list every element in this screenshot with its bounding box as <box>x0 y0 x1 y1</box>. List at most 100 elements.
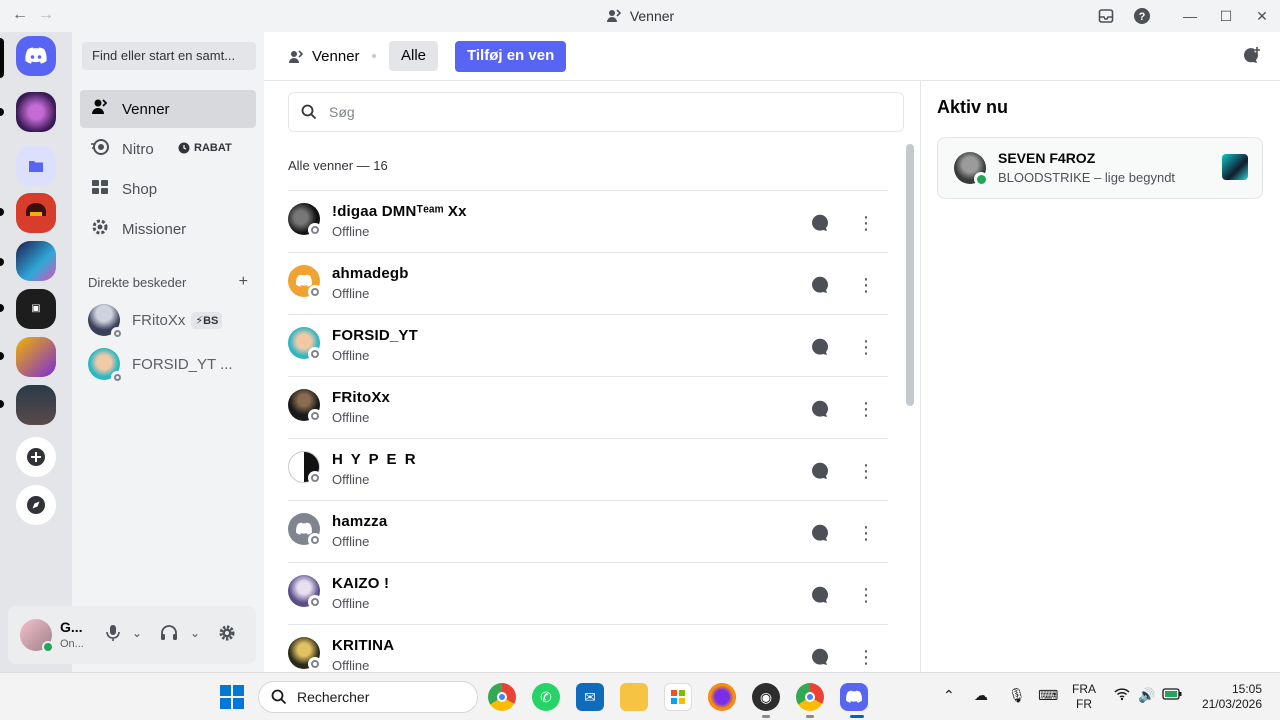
svg-text:?: ? <box>1139 11 1146 23</box>
friend-row[interactable]: FORSID_YT Offline ⋮ <box>288 314 888 376</box>
server-icon-4[interactable]: ▣ <box>16 289 56 329</box>
friend-row[interactable]: hamzza Offline ⋮ <box>288 500 888 562</box>
unread-pill <box>0 108 4 116</box>
offline-status-icon <box>111 371 123 383</box>
language-indicator[interactable]: FRA FR <box>1072 682 1096 712</box>
add-server-icon[interactable] <box>16 437 56 477</box>
offline-status-icon <box>308 595 322 609</box>
message-icon[interactable] <box>802 453 838 489</box>
server-icon-1[interactable] <box>16 92 56 132</box>
friends-search-input[interactable]: Søg <box>288 92 904 132</box>
friend-status: Offline <box>332 348 370 363</box>
headphones-icon[interactable] <box>160 624 178 647</box>
clock[interactable]: 15:05 21/03/2026 <box>1196 682 1262 712</box>
user-name[interactable]: G... <box>60 619 83 635</box>
offline-status-icon <box>308 223 322 237</box>
microsoft-store-icon[interactable] <box>664 683 692 711</box>
chrome-profile-icon[interactable] <box>796 683 824 711</box>
more-options-icon[interactable]: ⋮ <box>848 577 884 613</box>
friends-scrollbar[interactable] <box>906 144 914 406</box>
chevron-down-icon[interactable]: ⌄ <box>190 626 200 640</box>
whatsapp-icon[interactable]: ✆ <box>532 683 560 711</box>
discover-icon[interactable] <box>16 485 56 525</box>
friend-row[interactable]: H Y P E R Offline ⋮ <box>288 438 888 500</box>
minimize-icon[interactable]: — <box>1172 0 1208 32</box>
volume-icon[interactable]: 🔊 <box>1138 687 1155 704</box>
sidebar-item-venner[interactable]: Venner <box>80 90 256 128</box>
friend-row[interactable]: FRitoXx Offline ⋮ <box>288 376 888 438</box>
mail-icon[interactable]: ✉ <box>576 683 604 711</box>
taskbar-search[interactable]: Rechercher <box>258 681 478 713</box>
divider <box>920 81 921 672</box>
folder-icon[interactable] <box>16 146 56 186</box>
dm-item-forsid[interactable]: FORSID_YT ... <box>80 343 256 385</box>
more-options-icon[interactable]: ⋮ <box>848 515 884 551</box>
unread-pill <box>0 258 4 266</box>
battery-icon[interactable] <box>1162 687 1182 703</box>
active-now-card[interactable]: SEVEN F4ROZ BLOODSTRIKE – lige begyndt <box>937 137 1263 199</box>
friend-name: !digaa DMNᵀᵉᵃᵐ Xx <box>332 203 467 220</box>
message-icon[interactable] <box>802 329 838 365</box>
more-options-icon[interactable]: ⋮ <box>848 639 884 672</box>
onedrive-icon[interactable]: ☁ <box>974 687 988 704</box>
windows-start-icon[interactable] <box>220 685 244 709</box>
firefox-icon[interactable] <box>708 683 736 711</box>
message-icon[interactable] <box>802 205 838 241</box>
chevron-up-icon[interactable]: ⌃ <box>943 687 955 704</box>
keyboard-icon[interactable]: ⌨ <box>1038 687 1058 704</box>
friends-icon <box>289 49 304 63</box>
find-conversation-input[interactable]: Find eller start en samt... <box>82 42 256 70</box>
inbox-icon[interactable] <box>1088 0 1124 32</box>
windows-taskbar: Rechercher ✆ ✉ ◉ ⌃ ☁ 🎙 ⌨ FRA FR 🔊 15:05 … <box>0 672 1280 720</box>
server-icon-5[interactable] <box>16 337 56 377</box>
obs-icon[interactable]: ◉ <box>752 683 780 711</box>
message-icon[interactable] <box>802 391 838 427</box>
more-options-icon[interactable]: ⋮ <box>848 453 884 489</box>
tab-alle[interactable]: Alle <box>389 41 439 71</box>
more-options-icon[interactable]: ⋮ <box>848 267 884 303</box>
friend-name: H Y P E R <box>332 451 418 468</box>
wifi-icon[interactable] <box>1114 687 1130 704</box>
more-options-icon[interactable]: ⋮ <box>848 205 884 241</box>
sidebar-item-label: Shop <box>122 180 158 198</box>
more-options-icon[interactable]: ⋮ <box>848 391 884 427</box>
microphone-icon[interactable]: 🎙 <box>1008 687 1026 704</box>
help-icon[interactable]: ? <box>1124 0 1160 32</box>
message-icon[interactable] <box>802 577 838 613</box>
friend-status: Offline <box>332 658 370 672</box>
message-icon[interactable] <box>802 639 838 672</box>
more-options-icon[interactable]: ⋮ <box>848 329 884 365</box>
friend-name: FRitoXx <box>332 389 391 406</box>
friend-row[interactable]: KAIZO ! Offline ⋮ <box>288 562 888 624</box>
discord-home-icon[interactable] <box>16 36 56 76</box>
server-icon-2[interactable] <box>16 193 56 233</box>
new-group-dm-icon[interactable] <box>1242 46 1262 71</box>
close-icon[interactable]: ✕ <box>1244 0 1280 32</box>
message-icon[interactable] <box>802 267 838 303</box>
chrome-icon[interactable] <box>488 683 516 711</box>
offline-status-icon <box>111 327 123 339</box>
sidebar: Find eller start en samt... Venner Nitro… <box>72 32 264 672</box>
discord-taskbar-icon[interactable] <box>840 683 868 711</box>
microphone-icon[interactable] <box>106 624 120 647</box>
dm-item-fritoxx[interactable]: FRitoXx ⚡BS <box>80 299 256 341</box>
sidebar-item-shop[interactable]: Shop <box>80 170 256 208</box>
friend-status: Offline <box>332 286 370 301</box>
friend-row[interactable]: !digaa DMNᵀᵉᵃᵐ Xx Offline ⋮ <box>288 190 888 252</box>
settings-gear-icon[interactable] <box>218 624 236 647</box>
dm-name: FORSID_YT ... <box>132 355 233 373</box>
file-explorer-icon[interactable] <box>620 683 648 711</box>
sidebar-item-missioner[interactable]: Missioner <box>80 210 256 248</box>
add-friend-button[interactable]: Tilføj en ven <box>455 41 567 72</box>
message-icon[interactable] <box>802 515 838 551</box>
server-icon-3[interactable] <box>16 241 56 281</box>
friend-row[interactable]: KRITINA Offline ⋮ <box>288 624 888 672</box>
friend-row[interactable]: ahmadegb Offline ⋮ <box>288 252 888 314</box>
clock-icon <box>178 142 190 154</box>
add-dm-icon[interactable]: + <box>239 273 248 291</box>
server-icon-6[interactable] <box>16 385 56 425</box>
sidebar-item-nitro[interactable]: Nitro RABAT <box>80 130 256 168</box>
chevron-down-icon[interactable]: ⌄ <box>132 626 142 640</box>
friend-name: hamzza <box>332 513 388 530</box>
maximize-icon[interactable]: ☐ <box>1208 0 1244 32</box>
